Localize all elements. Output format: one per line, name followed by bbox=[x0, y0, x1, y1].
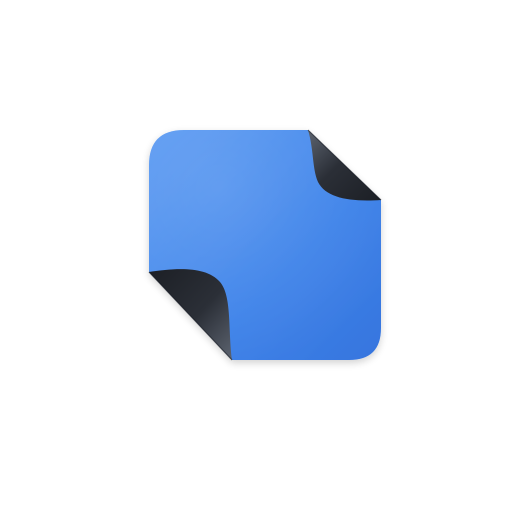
canvas bbox=[0, 0, 512, 512]
note-sheen bbox=[149, 130, 381, 360]
sticky-note-icon bbox=[148, 129, 382, 361]
